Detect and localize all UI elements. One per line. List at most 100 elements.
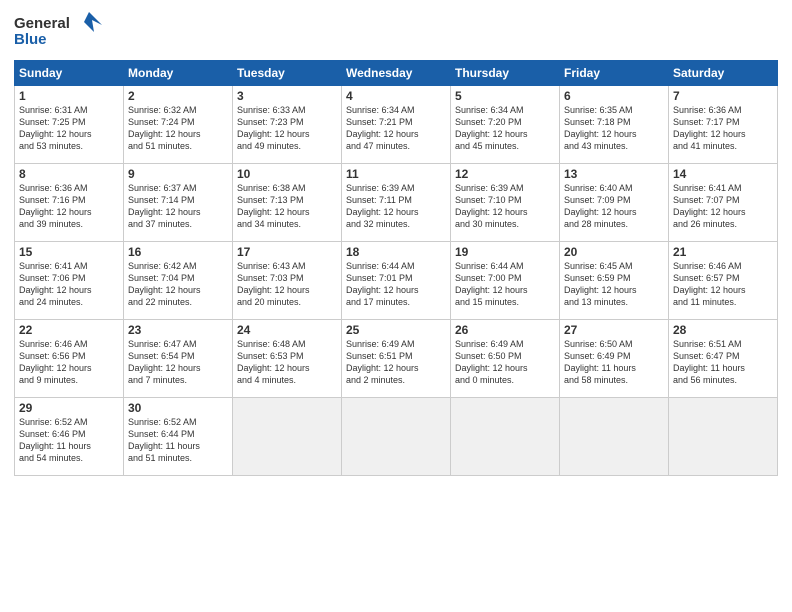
empty-cell bbox=[669, 398, 778, 476]
day-detail: Sunrise: 6:43 AM Sunset: 7:03 PM Dayligh… bbox=[237, 260, 337, 309]
empty-cell bbox=[560, 398, 669, 476]
day-number: 2 bbox=[128, 89, 228, 103]
weekday-sunday: Sunday bbox=[15, 61, 124, 86]
week-row-2: 8Sunrise: 6:36 AM Sunset: 7:16 PM Daylig… bbox=[15, 164, 778, 242]
day-cell-14: 14Sunrise: 6:41 AM Sunset: 7:07 PM Dayli… bbox=[669, 164, 778, 242]
day-cell-18: 18Sunrise: 6:44 AM Sunset: 7:01 PM Dayli… bbox=[342, 242, 451, 320]
day-detail: Sunrise: 6:35 AM Sunset: 7:18 PM Dayligh… bbox=[564, 104, 664, 153]
day-detail: Sunrise: 6:52 AM Sunset: 6:44 PM Dayligh… bbox=[128, 416, 228, 465]
day-number: 28 bbox=[673, 323, 773, 337]
day-cell-2: 2Sunrise: 6:32 AM Sunset: 7:24 PM Daylig… bbox=[124, 86, 233, 164]
day-number: 20 bbox=[564, 245, 664, 259]
weekday-friday: Friday bbox=[560, 61, 669, 86]
day-cell-29: 29Sunrise: 6:52 AM Sunset: 6:46 PM Dayli… bbox=[15, 398, 124, 476]
empty-cell bbox=[342, 398, 451, 476]
day-detail: Sunrise: 6:44 AM Sunset: 7:00 PM Dayligh… bbox=[455, 260, 555, 309]
day-cell-9: 9Sunrise: 6:37 AM Sunset: 7:14 PM Daylig… bbox=[124, 164, 233, 242]
svg-text:Blue: Blue bbox=[14, 31, 47, 48]
day-cell-23: 23Sunrise: 6:47 AM Sunset: 6:54 PM Dayli… bbox=[124, 320, 233, 398]
day-number: 22 bbox=[19, 323, 119, 337]
day-cell-16: 16Sunrise: 6:42 AM Sunset: 7:04 PM Dayli… bbox=[124, 242, 233, 320]
day-number: 17 bbox=[237, 245, 337, 259]
day-detail: Sunrise: 6:36 AM Sunset: 7:16 PM Dayligh… bbox=[19, 182, 119, 231]
day-cell-24: 24Sunrise: 6:48 AM Sunset: 6:53 PM Dayli… bbox=[233, 320, 342, 398]
day-detail: Sunrise: 6:48 AM Sunset: 6:53 PM Dayligh… bbox=[237, 338, 337, 387]
weekday-saturday: Saturday bbox=[669, 61, 778, 86]
day-cell-15: 15Sunrise: 6:41 AM Sunset: 7:06 PM Dayli… bbox=[15, 242, 124, 320]
day-number: 16 bbox=[128, 245, 228, 259]
day-detail: Sunrise: 6:49 AM Sunset: 6:50 PM Dayligh… bbox=[455, 338, 555, 387]
day-cell-13: 13Sunrise: 6:40 AM Sunset: 7:09 PM Dayli… bbox=[560, 164, 669, 242]
weekday-monday: Monday bbox=[124, 61, 233, 86]
week-row-3: 15Sunrise: 6:41 AM Sunset: 7:06 PM Dayli… bbox=[15, 242, 778, 320]
day-number: 5 bbox=[455, 89, 555, 103]
day-cell-11: 11Sunrise: 6:39 AM Sunset: 7:11 PM Dayli… bbox=[342, 164, 451, 242]
day-detail: Sunrise: 6:44 AM Sunset: 7:01 PM Dayligh… bbox=[346, 260, 446, 309]
day-detail: Sunrise: 6:38 AM Sunset: 7:13 PM Dayligh… bbox=[237, 182, 337, 231]
day-cell-5: 5Sunrise: 6:34 AM Sunset: 7:20 PM Daylig… bbox=[451, 86, 560, 164]
day-cell-6: 6Sunrise: 6:35 AM Sunset: 7:18 PM Daylig… bbox=[560, 86, 669, 164]
day-cell-30: 30Sunrise: 6:52 AM Sunset: 6:44 PM Dayli… bbox=[124, 398, 233, 476]
day-detail: Sunrise: 6:34 AM Sunset: 7:20 PM Dayligh… bbox=[455, 104, 555, 153]
day-number: 6 bbox=[564, 89, 664, 103]
day-number: 4 bbox=[346, 89, 446, 103]
day-detail: Sunrise: 6:34 AM Sunset: 7:21 PM Dayligh… bbox=[346, 104, 446, 153]
weekday-tuesday: Tuesday bbox=[233, 61, 342, 86]
day-number: 12 bbox=[455, 167, 555, 181]
day-number: 1 bbox=[19, 89, 119, 103]
day-number: 23 bbox=[128, 323, 228, 337]
day-number: 25 bbox=[346, 323, 446, 337]
week-row-5: 29Sunrise: 6:52 AM Sunset: 6:46 PM Dayli… bbox=[15, 398, 778, 476]
day-detail: Sunrise: 6:45 AM Sunset: 6:59 PM Dayligh… bbox=[564, 260, 664, 309]
day-cell-10: 10Sunrise: 6:38 AM Sunset: 7:13 PM Dayli… bbox=[233, 164, 342, 242]
weekday-thursday: Thursday bbox=[451, 61, 560, 86]
day-detail: Sunrise: 6:42 AM Sunset: 7:04 PM Dayligh… bbox=[128, 260, 228, 309]
day-cell-12: 12Sunrise: 6:39 AM Sunset: 7:10 PM Dayli… bbox=[451, 164, 560, 242]
logo-svg: General Blue bbox=[14, 10, 104, 52]
day-number: 13 bbox=[564, 167, 664, 181]
day-detail: Sunrise: 6:37 AM Sunset: 7:14 PM Dayligh… bbox=[128, 182, 228, 231]
weekday-header-row: SundayMondayTuesdayWednesdayThursdayFrid… bbox=[15, 61, 778, 86]
day-detail: Sunrise: 6:33 AM Sunset: 7:23 PM Dayligh… bbox=[237, 104, 337, 153]
day-cell-21: 21Sunrise: 6:46 AM Sunset: 6:57 PM Dayli… bbox=[669, 242, 778, 320]
svg-text:General: General bbox=[14, 15, 70, 32]
weekday-wednesday: Wednesday bbox=[342, 61, 451, 86]
day-detail: Sunrise: 6:52 AM Sunset: 6:46 PM Dayligh… bbox=[19, 416, 119, 465]
day-cell-22: 22Sunrise: 6:46 AM Sunset: 6:56 PM Dayli… bbox=[15, 320, 124, 398]
logo-block: General Blue bbox=[14, 10, 104, 52]
day-number: 18 bbox=[346, 245, 446, 259]
day-detail: Sunrise: 6:41 AM Sunset: 7:06 PM Dayligh… bbox=[19, 260, 119, 309]
day-detail: Sunrise: 6:41 AM Sunset: 7:07 PM Dayligh… bbox=[673, 182, 773, 231]
day-detail: Sunrise: 6:46 AM Sunset: 6:57 PM Dayligh… bbox=[673, 260, 773, 309]
day-cell-19: 19Sunrise: 6:44 AM Sunset: 7:00 PM Dayli… bbox=[451, 242, 560, 320]
day-cell-1: 1Sunrise: 6:31 AM Sunset: 7:25 PM Daylig… bbox=[15, 86, 124, 164]
empty-cell bbox=[451, 398, 560, 476]
day-number: 7 bbox=[673, 89, 773, 103]
day-detail: Sunrise: 6:32 AM Sunset: 7:24 PM Dayligh… bbox=[128, 104, 228, 153]
day-detail: Sunrise: 6:51 AM Sunset: 6:47 PM Dayligh… bbox=[673, 338, 773, 387]
calendar-container: General Blue SundayMondayTuesdayWednesda… bbox=[0, 0, 792, 612]
day-cell-27: 27Sunrise: 6:50 AM Sunset: 6:49 PM Dayli… bbox=[560, 320, 669, 398]
day-cell-20: 20Sunrise: 6:45 AM Sunset: 6:59 PM Dayli… bbox=[560, 242, 669, 320]
header: General Blue bbox=[14, 10, 778, 52]
day-cell-28: 28Sunrise: 6:51 AM Sunset: 6:47 PM Dayli… bbox=[669, 320, 778, 398]
day-detail: Sunrise: 6:50 AM Sunset: 6:49 PM Dayligh… bbox=[564, 338, 664, 387]
day-number: 11 bbox=[346, 167, 446, 181]
day-detail: Sunrise: 6:39 AM Sunset: 7:11 PM Dayligh… bbox=[346, 182, 446, 231]
day-number: 21 bbox=[673, 245, 773, 259]
day-detail: Sunrise: 6:40 AM Sunset: 7:09 PM Dayligh… bbox=[564, 182, 664, 231]
day-cell-26: 26Sunrise: 6:49 AM Sunset: 6:50 PM Dayli… bbox=[451, 320, 560, 398]
day-number: 3 bbox=[237, 89, 337, 103]
day-detail: Sunrise: 6:39 AM Sunset: 7:10 PM Dayligh… bbox=[455, 182, 555, 231]
day-detail: Sunrise: 6:47 AM Sunset: 6:54 PM Dayligh… bbox=[128, 338, 228, 387]
empty-cell bbox=[233, 398, 342, 476]
day-cell-17: 17Sunrise: 6:43 AM Sunset: 7:03 PM Dayli… bbox=[233, 242, 342, 320]
day-number: 30 bbox=[128, 401, 228, 415]
day-cell-3: 3Sunrise: 6:33 AM Sunset: 7:23 PM Daylig… bbox=[233, 86, 342, 164]
day-cell-7: 7Sunrise: 6:36 AM Sunset: 7:17 PM Daylig… bbox=[669, 86, 778, 164]
calendar-table: SundayMondayTuesdayWednesdayThursdayFrid… bbox=[14, 60, 778, 476]
day-detail: Sunrise: 6:46 AM Sunset: 6:56 PM Dayligh… bbox=[19, 338, 119, 387]
day-cell-4: 4Sunrise: 6:34 AM Sunset: 7:21 PM Daylig… bbox=[342, 86, 451, 164]
day-detail: Sunrise: 6:31 AM Sunset: 7:25 PM Dayligh… bbox=[19, 104, 119, 153]
day-number: 14 bbox=[673, 167, 773, 181]
